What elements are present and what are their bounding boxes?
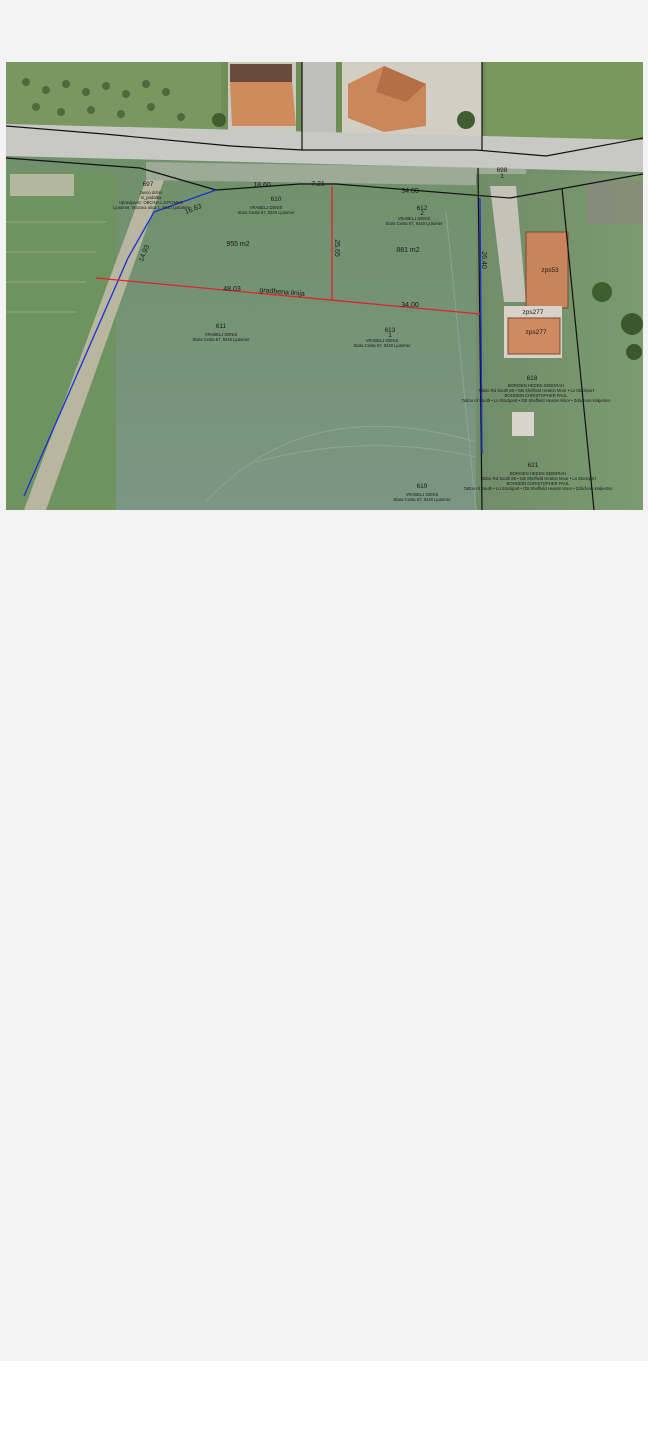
svg-text:Stara Cesta 67, 9240 Ljutomer: Stara Cesta 67, 9240 Ljutomer (192, 337, 250, 342)
lawn-right (486, 62, 643, 142)
parcel-611-number: 611 (216, 323, 227, 330)
svg-text:Stara Cesta 67, 9240 Ljutomer: Stara Cesta 67, 9240 Ljutomer (385, 221, 443, 226)
parcel-610-number: 610 (271, 196, 282, 203)
image-viewer: 697 Javno dobro ni_podatka Upravljavec: … (0, 0, 648, 1361)
parcel-697-number: 697 (143, 181, 154, 188)
dimension-34-00-top: 34.00 (401, 188, 419, 195)
cadastral-map: 697 Javno dobro ni_podatka Upravljavec: … (6, 62, 643, 510)
dimension-48-03: 48.03 (223, 286, 241, 293)
bottom-area (0, 1361, 648, 1440)
svg-text:Stara Cesta 67, 9240 Ljutomer: Stara Cesta 67, 9240 Ljutomer (353, 343, 411, 348)
dimension-18-60: 18.60 (253, 182, 271, 189)
building-label-zps277-b: zps277 (526, 329, 547, 336)
svg-text:Tattoo rd South • Lo Stockport: Tattoo rd South • Lo Stockport • GB Shef… (464, 486, 613, 491)
orchard-area (6, 62, 221, 134)
area-label-left: 955 m2 (226, 241, 249, 248)
svg-text:Stara Cesta 67, 9240 Ljutomer: Stara Cesta 67, 9240 Ljutomer (237, 210, 295, 215)
dimension-7-21: 7.21 (311, 181, 325, 188)
building-label-zps277-a: zps277 (523, 309, 544, 316)
map-canvas: 697 Javno dobro ni_podatka Upravljavec: … (6, 62, 643, 510)
dimension-25-65: 25.65 (333, 239, 340, 257)
parcel-619-number: 619 (417, 483, 428, 490)
house-dark-left (230, 64, 292, 82)
dimension-34-00-bottom: 34.00 (401, 302, 419, 309)
parcel-621-number: 621 (528, 462, 539, 469)
dimension-26-40: 26.40 (480, 251, 487, 269)
building-label-zps53: zps53 (541, 267, 559, 274)
building-zps277 (507, 317, 561, 355)
svg-text:Tattoo rd South • Lo Stockport: Tattoo rd South • Lo Stockport • GB Shef… (462, 398, 611, 403)
svg-text:Ljutomer, Vrazova ulica 1, 924: Ljutomer, Vrazova ulica 1, 9240 Ljutomer (113, 205, 190, 210)
area-label-right: 881 m2 (396, 247, 419, 254)
svg-text:1: 1 (500, 173, 504, 180)
parcel-618-number: 618 (527, 375, 538, 382)
svg-text:Stara Cesta 67, 9240 Ljutomer: Stara Cesta 67, 9240 Ljutomer (393, 497, 451, 502)
house-roof-left (230, 82, 296, 126)
